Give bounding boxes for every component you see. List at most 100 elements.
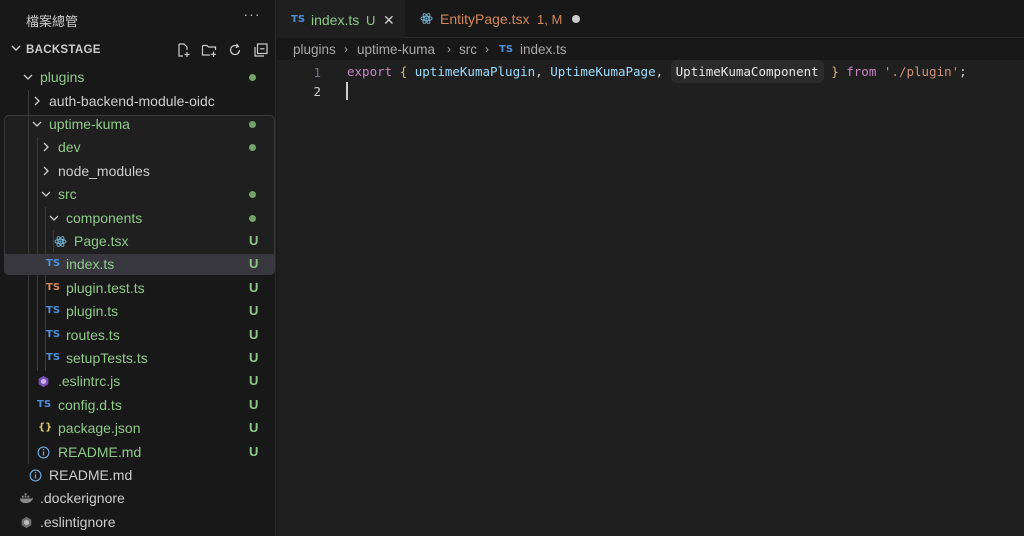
chevron-right-icon	[43, 166, 49, 176]
tree-file-package-json[interactable]: {} package.json U	[0, 417, 275, 440]
chevron-right-icon: ›	[447, 42, 451, 56]
tree-file-setuptests-ts[interactable]: TS setupTests.ts U	[0, 347, 275, 370]
tree-folder-components[interactable]: components	[0, 207, 275, 230]
tree-file-eslintrc-js[interactable]: .eslintrc.js U	[0, 370, 275, 393]
tree-file-dockerignore[interactable]: .dockerignore	[0, 487, 275, 510]
git-status-badge: U	[249, 280, 259, 295]
tree-file-plugin-ts[interactable]: TS plugin.ts U	[0, 300, 275, 323]
git-status-dot	[249, 74, 256, 81]
tree-file-page-tsx[interactable]: Page.tsx U	[0, 230, 275, 253]
json-icon: {}	[38, 422, 53, 433]
git-status-badge: U	[249, 420, 259, 435]
brace-close: }	[831, 64, 839, 79]
eslint-icon	[38, 375, 49, 388]
typescript-icon: TS	[46, 352, 61, 363]
identifier: uptimeKumaPlugin	[414, 64, 536, 79]
eslint-icon	[21, 516, 32, 529]
new-file-icon[interactable]	[173, 40, 193, 60]
git-status-badge: U	[249, 256, 259, 271]
git-status-badge: U	[249, 350, 259, 365]
tree-folder-src[interactable]: src	[0, 183, 275, 206]
editor-tab-bar: TS index.ts U ✕ EntityPage.tsx 1, M	[277, 0, 1024, 38]
tree-file-routes-ts[interactable]: TS routes.ts U	[0, 324, 275, 347]
tree-file-readme-md-plugins[interactable]: README.md	[0, 464, 275, 487]
tree-folder-auth-backend-module-oidc[interactable]: auth-backend-module-oidc	[0, 90, 275, 113]
chevron-down-icon	[32, 121, 42, 127]
tree-folder-dev[interactable]: dev	[0, 136, 275, 159]
collapse-all-icon[interactable]	[251, 40, 271, 60]
tree-file-readme-md-plugin[interactable]: README.md U	[0, 441, 275, 464]
git-status-dot	[249, 215, 256, 222]
brace-open: {	[399, 64, 408, 79]
explorer-title: 檔案總管	[26, 15, 79, 30]
tab-git-status: U	[366, 13, 376, 28]
info-icon	[29, 469, 42, 482]
chevron-right-icon: ›	[485, 42, 489, 56]
tree-item-label: package.json	[58, 420, 141, 436]
highlighted-identifier: UptimeKumaComponent	[670, 60, 824, 83]
git-status-badge: U	[249, 373, 259, 388]
close-icon[interactable]: ✕	[383, 12, 395, 29]
git-status-badge: U	[249, 397, 259, 412]
git-status-badge: U	[249, 444, 259, 459]
workspace-section-header[interactable]: BACKSTAGE	[0, 38, 275, 62]
comma: ,	[535, 64, 543, 79]
git-status-dot	[249, 191, 256, 198]
git-status-badge: U	[249, 327, 259, 342]
tree-item-label: auth-backend-module-oidc	[49, 93, 215, 109]
breadcrumb-item[interactable]: src	[459, 42, 477, 57]
code-line-1[interactable]: export { uptimeKumaPlugin, UptimeKumaPag…	[347, 60, 967, 83]
keyword-export: export	[347, 64, 393, 79]
tree-item-label: config.d.ts	[58, 397, 122, 413]
git-status-dot	[249, 121, 256, 128]
breadcrumb-item[interactable]: index.ts	[520, 42, 567, 57]
line-number: 2	[313, 84, 321, 99]
code-editor[interactable]: 1 2 export { uptimeKumaPlugin, UptimeKum…	[277, 60, 1024, 536]
tree-item-label: plugins	[40, 69, 85, 85]
identifier: UptimeKumaPage	[550, 64, 656, 79]
tree-item-label: routes.ts	[66, 327, 120, 343]
new-folder-icon[interactable]	[199, 40, 219, 60]
tree-item-label: dev	[58, 139, 81, 155]
tree-item-label: plugin.test.ts	[66, 280, 145, 296]
git-status-badge: U	[249, 303, 259, 318]
typescript-icon: TS	[499, 44, 514, 55]
refresh-icon[interactable]	[225, 40, 245, 60]
chevron-down-icon	[11, 45, 21, 51]
text-cursor	[346, 82, 348, 100]
tab-problem-status: 1, M	[537, 12, 563, 27]
react-icon	[420, 13, 433, 24]
chevron-right-icon: ›	[344, 42, 348, 56]
typescript-icon: TS	[46, 329, 61, 340]
typescript-icon: TS	[37, 399, 52, 410]
chevron-right-icon	[43, 142, 49, 152]
typescript-icon: TS	[46, 305, 61, 316]
module-path-string: './plugin'	[883, 64, 960, 79]
tree-folder-plugins[interactable]: plugins	[0, 66, 275, 89]
tree-file-plugin-test-ts[interactable]: TS plugin.test.ts U	[0, 277, 275, 300]
tree-item-label: README.md	[58, 444, 142, 460]
tree-item-label: index.ts	[66, 256, 115, 272]
breadcrumb-item[interactable]: plugins	[293, 42, 336, 57]
tree-folder-node-modules[interactable]: node_modules	[0, 160, 275, 183]
unsaved-dot-icon[interactable]	[572, 15, 580, 23]
typescript-test-icon: TS	[46, 282, 61, 293]
tree-item-label: .eslintrc.js	[58, 373, 121, 389]
typescript-icon: TS	[291, 14, 306, 25]
tree-file-config-d-ts[interactable]: TS config.d.ts U	[0, 394, 275, 417]
tab-index-ts[interactable]: TS index.ts U ✕	[277, 0, 405, 38]
git-status-dot	[249, 144, 256, 151]
tree-item-label: .dockerignore	[40, 490, 125, 506]
chevron-right-icon	[34, 96, 40, 106]
tree-folder-uptime-kuma[interactable]: uptime-kuma	[0, 113, 275, 136]
tree-file-index-ts[interactable]: TS index.ts U	[0, 253, 275, 276]
more-actions-icon[interactable]: ···	[242, 6, 262, 26]
breadcrumb-item[interactable]: uptime-kuma	[357, 42, 435, 57]
tree-file-eslintignore[interactable]: .eslintignore	[0, 511, 275, 534]
semicolon: ;	[959, 64, 967, 79]
tree-item-label: uptime-kuma	[49, 116, 130, 132]
info-icon	[37, 446, 50, 459]
tree-item-label: README.md	[49, 467, 133, 483]
tree-item-label: src	[58, 186, 77, 202]
tab-entitypage-tsx[interactable]: EntityPage.tsx 1, M	[406, 0, 596, 38]
